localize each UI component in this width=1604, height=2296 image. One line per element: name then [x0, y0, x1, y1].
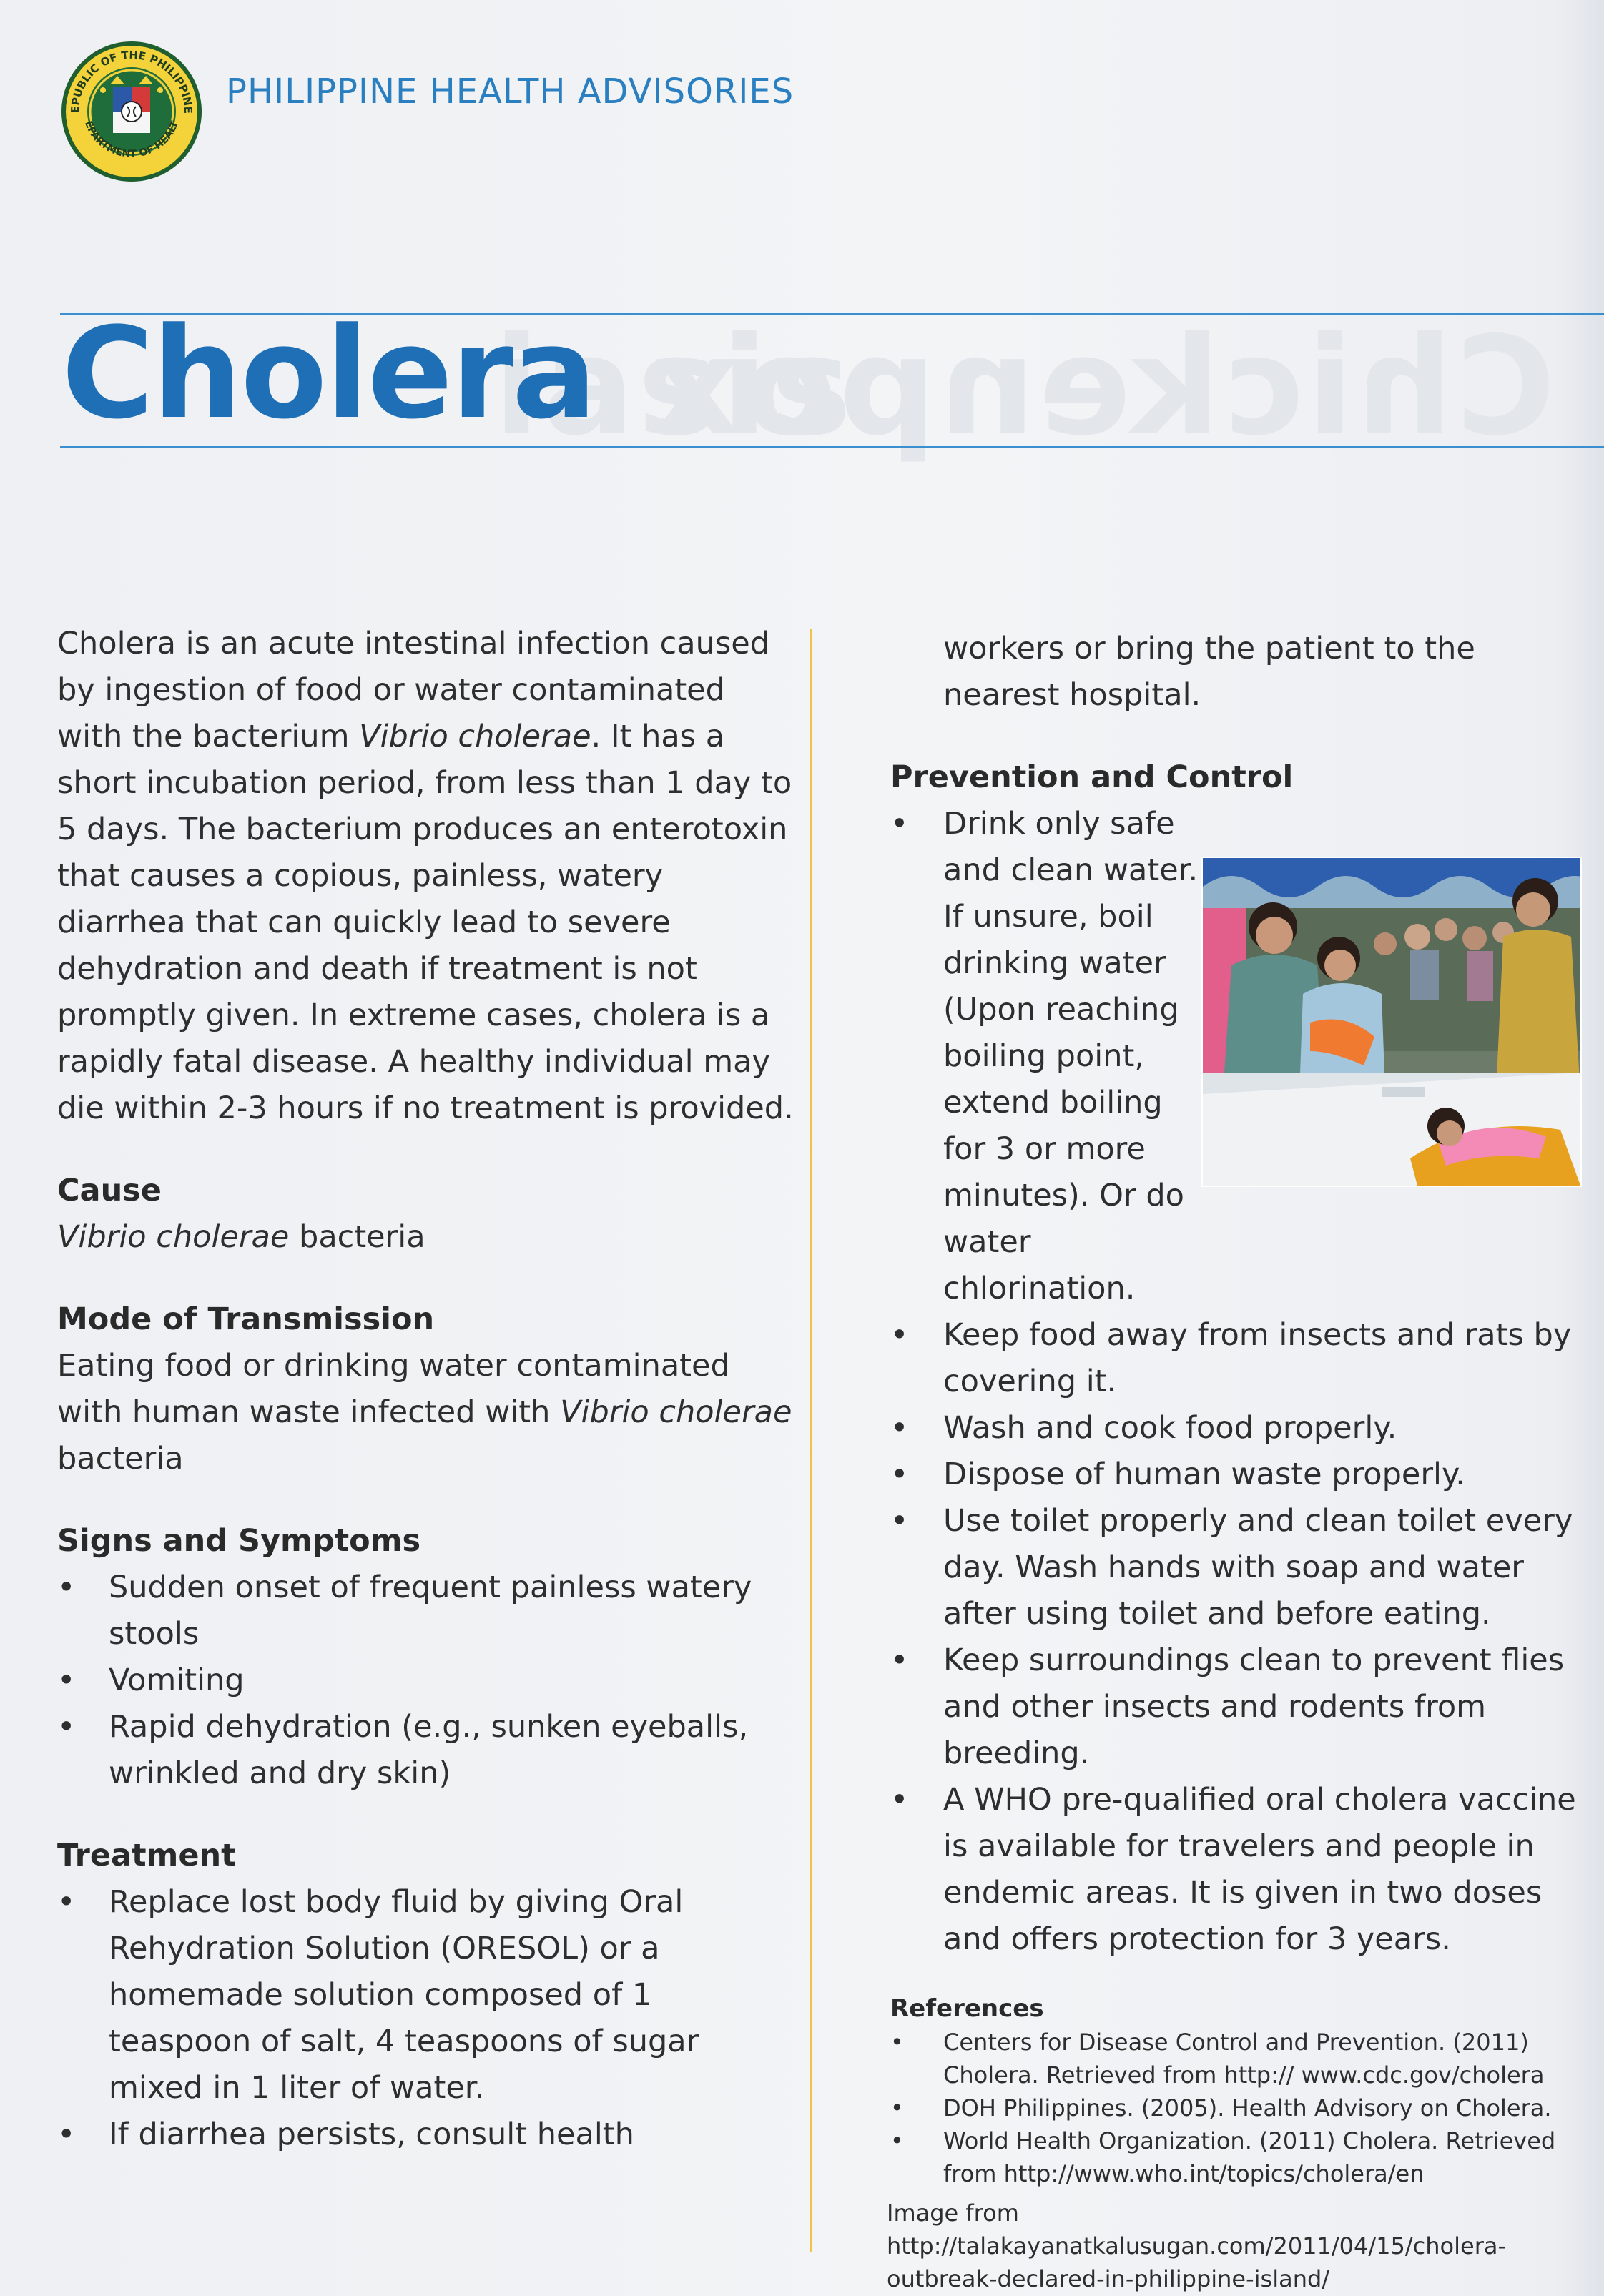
transmission-text: Eating food or drinking water contaminat…: [57, 1343, 794, 1482]
list-item: Vomiting: [57, 1657, 794, 1704]
left-column: Cholera is an acute intestinal infection…: [57, 621, 794, 2158]
list-item: Use toilet properly and clean toilet eve…: [890, 1498, 1577, 1637]
list-item: Rapid dehydration (e.g., sunken eyeballs…: [57, 1704, 794, 1797]
ghost-title-right: Chickenpox: [649, 307, 1555, 465]
list-item: Wash and cook food properly.: [890, 1405, 1577, 1452]
image-credit: Image from http://talakayanatkalusugan.c…: [887, 2199, 1507, 2292]
treatment-list: Replace lost body fluid by giving Oral R…: [57, 1879, 794, 2158]
transmission-organism: Vibrio cholerae: [560, 1394, 792, 1430]
symptoms-list: Sudden onset of frequent painless watery…: [57, 1565, 794, 1797]
list-item: Centers for Disease Control and Preventi…: [890, 2026, 1577, 2091]
advisory-page: REPUBLIC OF THE PHILIPPINES DEPARTMENT O…: [0, 0, 1604, 2296]
references-heading: References: [890, 1994, 1044, 2023]
symptoms-heading: Signs and Symptoms: [57, 1523, 421, 1559]
transmission-suffix: bacteria: [57, 1441, 184, 1477]
list-item: If diarrhea persists, consult health: [57, 2112, 794, 2158]
references-list: Centers for Disease Control and Preventi…: [890, 2026, 1577, 2190]
intro-text-2: . It has a short incubation period, from…: [57, 719, 794, 1126]
intro-organism: Vibrio cholerae: [359, 719, 591, 754]
list-item: Sudden onset of frequent painless watery…: [57, 1565, 794, 1657]
list-item: Dispose of human waste properly.: [890, 1452, 1577, 1498]
intro-paragraph: Cholera is an acute intestinal infection…: [57, 621, 794, 1132]
cause-text: Vibrio cholerae bacteria: [57, 1214, 794, 1261]
prevention-heading: Prevention and Control: [890, 759, 1294, 795]
list-item: Replace lost body fluid by giving Oral R…: [57, 1879, 794, 2112]
cause-heading: Cause: [57, 1173, 162, 1208]
column-divider: [810, 629, 812, 2252]
cholera-ward-photo: [1201, 857, 1582, 1187]
list-item: A WHO pre-qualified oral cholera vaccine…: [890, 1777, 1577, 1963]
references-section: References Centers for Disease Control a…: [890, 1991, 1577, 2190]
doh-seal-logo: REPUBLIC OF THE PHILIPPINES DEPARTMENT O…: [60, 40, 202, 182]
prevention-first-item: Drink only safe and clean water. If unsu…: [943, 806, 1199, 1306]
page-title: Cholera: [61, 300, 597, 447]
list-item: DOH Philippines. (2005). Health Advisory…: [890, 2091, 1577, 2124]
transmission-heading: Mode of Transmission: [57, 1301, 435, 1337]
list-item: Keep surroundings clean to prevent flies…: [890, 1637, 1577, 1777]
treatment-heading: Treatment: [57, 1838, 236, 1873]
cause-suffix: bacteria: [289, 1219, 425, 1255]
title-rule-bottom: [60, 446, 1604, 448]
list-item: World Health Organization. (2011) Choler…: [890, 2124, 1577, 2190]
treatment-continuation: workers or bring the patient to the near…: [943, 631, 1475, 713]
agency-title: PHILIPPINE HEALTH ADVISORIES: [226, 72, 794, 112]
list-item: Keep food away from insects and rats by …: [890, 1312, 1577, 1405]
cause-organism: Vibrio cholerae: [57, 1219, 290, 1255]
